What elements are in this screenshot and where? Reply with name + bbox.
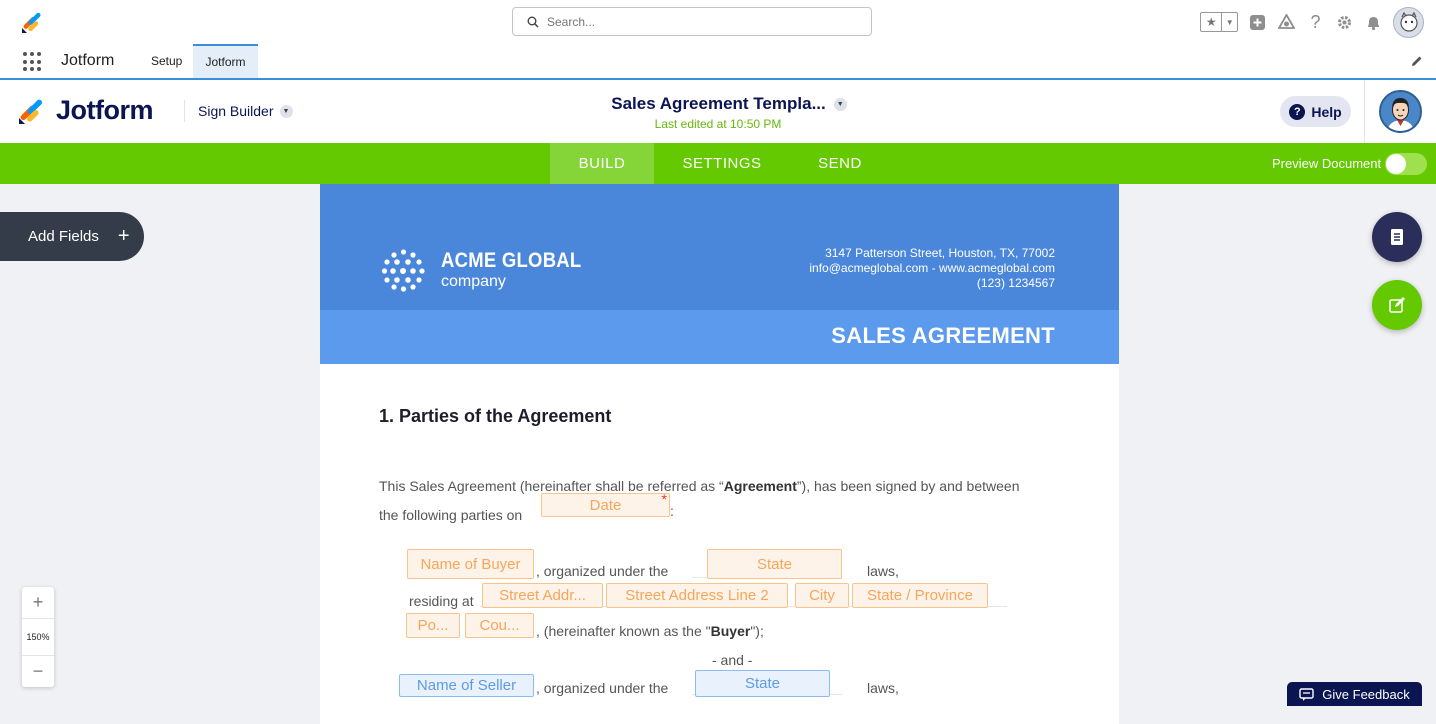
bookmark-star-button[interactable]: ★ ▼ [1200,12,1238,32]
give-feedback-label: Give Feedback [1322,686,1410,702]
feedback-icon [1299,687,1314,701]
date-field[interactable]: Date * [541,493,670,517]
jotform-logo-icon[interactable] [19,9,45,35]
app-name: Jotform [61,52,115,69]
tab-jotform[interactable]: Jotform [193,44,258,78]
toggle-knob [1386,154,1406,174]
document-title[interactable]: Sales Agreement Templa... ▼ [589,94,847,114]
buyer-postal-code-field[interactable]: Po... [406,613,460,638]
app-tab-bar: Jotform Setup Jotform [0,44,1436,80]
organized-under-text: , organized under the [536,563,669,579]
add-fields-button[interactable]: Add Fields + [0,212,144,261]
document-icon [1391,229,1403,245]
help-icon: ? [1289,103,1306,120]
intro-text: This Sales Agreement (hereinafter shall … [379,478,724,494]
document-banner-title: SALES AGREEMENT [831,323,1055,348]
organized-under-text: , organized under the [536,680,669,696]
name-of-seller-field[interactable]: Name of Seller [399,674,534,697]
buyer-country-field[interactable]: Cou... [465,613,534,638]
buyer-known-part: "); [750,623,764,639]
company-subtitle: company [441,273,506,291]
document-title-text: Sales Agreement Templa... [611,94,826,113]
notification-bell-icon[interactable] [1364,13,1383,32]
required-asterisk: * [661,493,667,507]
company-address: 3147 Patterson Street, Houston, TX, 7700… [825,246,1055,260]
document-banner: SALES AGREEMENT [320,310,1119,364]
preview-document-label: Preview Document [1272,156,1382,171]
edit-fields-button[interactable] [1372,280,1422,330]
seller-state-field[interactable]: State [695,670,830,697]
intro-bold: Agreement [723,478,797,494]
builder-nav-bar: BUILD SETTINGS SEND Preview Document [0,143,1436,184]
preview-document-toggle[interactable] [1385,153,1427,175]
help-button[interactable]: ? Help [1280,96,1351,127]
document-header: ACME GLOBAL company 3147 Patterson Stree… [320,184,1119,310]
buyer-city-field[interactable]: City [795,583,849,608]
buyer-state-province-field[interactable]: State / Province [852,583,988,608]
section-title: 1. Parties of the Agreement [379,406,612,426]
tab-settings[interactable]: SETTINGS [668,143,776,184]
system-user-avatar[interactable] [1393,6,1424,38]
system-top-bar: ★▼ ? [0,0,1436,44]
intro-text: ”), has been signed by and between [796,478,1020,494]
apps-grid-icon[interactable] [23,52,43,72]
laws-text: laws, [867,680,899,696]
extensions-icon[interactable] [1277,13,1296,32]
name-of-buyer-field[interactable]: Name of Buyer [407,549,534,579]
company-logo: ACME GLOBAL company [380,247,601,294]
star-icon: ★ [1201,13,1223,31]
company-name: ACME GLOBAL [441,249,582,273]
globe-logo-icon [381,249,425,292]
intro-text: the following parties on [379,507,523,523]
zoom-level: 150% [22,618,54,656]
buyer-known-text: , (hereinafter known as the "Buyer"); [536,623,764,639]
residing-at-text: residing at [409,593,474,609]
date-field-label: Date [589,496,622,514]
zoom-control: + 150% − [22,587,54,687]
give-feedback-button[interactable]: Give Feedback [1287,682,1422,706]
company-contact: 3147 Patterson Street, Houston, TX, 7700… [809,246,1055,291]
add-icon[interactable] [1248,13,1267,32]
help-question-icon[interactable]: ? [1306,12,1325,32]
search-input[interactable] [547,14,847,29]
system-icons: ★ ▼ ? [1200,6,1424,38]
tab-setup[interactable]: Setup [140,44,193,78]
laws-text: laws, [867,563,899,579]
divider [1364,80,1365,143]
zoom-out-button[interactable]: − [22,656,54,687]
add-fields-label: Add Fields [28,228,99,245]
company-email-web: info@acmeglobal.com - www.acmeglobal.com [809,261,1055,275]
help-label: Help [1311,103,1342,120]
settings-gear-icon[interactable] [1335,13,1354,32]
document-pages-button[interactable] [1372,212,1422,262]
buyer-street-address-line2-field[interactable]: Street Address Line 2 [606,583,788,608]
buyer-street-address-field[interactable]: Street Addr... [482,583,603,608]
tab-build[interactable]: BUILD [550,143,654,184]
buyer-state-field[interactable]: State [707,549,842,579]
zoom-in-button[interactable]: + [22,587,54,618]
intro-paragraph: This Sales Agreement (hereinafter shall … [379,472,1069,530]
builder-header: Jotform Sign Builder ▼ Sales Agreement T… [0,80,1436,143]
buyer-known-bold: Buyer [710,623,751,639]
edit-icon [1389,297,1405,313]
colon-text: : [670,503,674,519]
tab-send[interactable]: SEND [806,143,874,184]
and-separator: - and - [712,652,753,668]
buyer-known-part: , (hereinafter known as the " [536,623,711,639]
company-phone: (123) 1234567 [976,276,1055,290]
search-icon [527,16,539,28]
last-edited-status: Last edited at 10:50 PM [654,117,782,131]
search-bar[interactable] [512,7,872,36]
plus-icon: + [117,225,130,247]
chevron-down-icon: ▼ [833,97,847,111]
document-title-area: Sales Agreement Templa... ▼ Last edited … [0,94,1436,131]
pencil-icon[interactable] [1410,54,1424,68]
chevron-down-icon: ▼ [1225,17,1234,27]
document-page: ACME GLOBAL company 3147 Patterson Stree… [320,184,1119,724]
user-avatar[interactable] [1379,90,1422,133]
